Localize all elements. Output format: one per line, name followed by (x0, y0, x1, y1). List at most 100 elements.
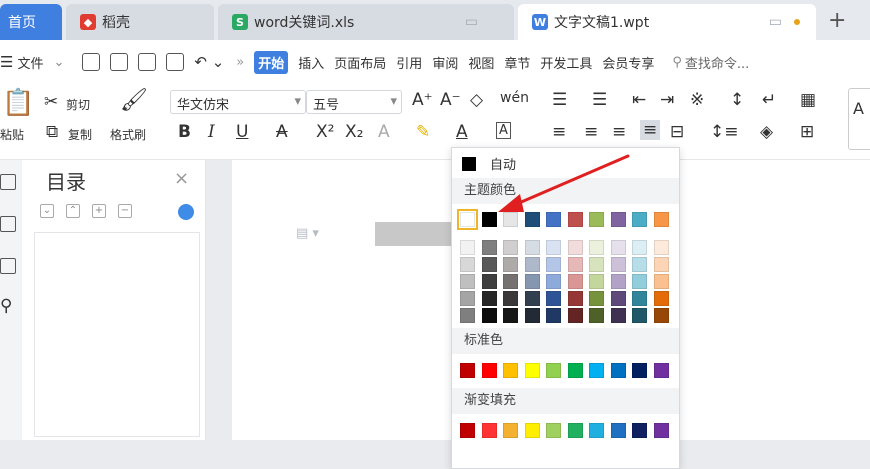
increase-indent-icon[interactable]: ⇥ (660, 90, 674, 110)
theme-shade-swatch[interactable] (567, 257, 583, 272)
theme-shade-swatch[interactable] (632, 274, 647, 289)
theme-shade-swatch[interactable] (460, 257, 475, 272)
shading-icon[interactable]: ◈ (760, 122, 773, 142)
gradient-color-swatch[interactable] (524, 423, 540, 438)
cut-button[interactable]: 剪切 (66, 96, 90, 113)
standard-color-swatch[interactable] (460, 363, 475, 378)
menu-start[interactable]: 开始 (254, 50, 289, 74)
menu-member[interactable]: 会员专享 (602, 53, 654, 72)
theme-shade-swatch[interactable] (610, 274, 626, 289)
menu-dev[interactable]: 开发工具 (540, 53, 592, 72)
ruler-icon[interactable]: ▦ (800, 90, 816, 110)
theme-shade-swatch[interactable] (610, 240, 626, 255)
standard-color-swatch[interactable] (653, 363, 669, 378)
clear-format-icon[interactable]: ◇ (470, 90, 483, 110)
paste-icon[interactable]: 📋 (2, 88, 34, 118)
gradient-color-swatch[interactable] (546, 423, 561, 438)
theme-shade-swatch[interactable] (503, 308, 518, 323)
standard-color-swatch[interactable] (481, 363, 497, 378)
monitor-icon[interactable]: ▭ (465, 14, 478, 30)
theme-shade-swatch[interactable] (589, 240, 604, 255)
sort-icon[interactable]: ↕ (730, 90, 744, 110)
tab-xls[interactable]: S word关键词.xls ▭ (218, 4, 514, 40)
theme-shade-swatch[interactable] (460, 274, 475, 289)
font-size-select[interactable]: 五号 ▾ (306, 90, 402, 114)
eye-toggle-icon[interactable] (178, 204, 194, 220)
theme-shade-swatch[interactable] (589, 308, 604, 323)
standard-color-swatch[interactable] (589, 363, 604, 378)
theme-shade-swatch[interactable] (653, 240, 669, 255)
format-painter-button[interactable]: 格式刷 (110, 126, 146, 143)
numbered-list-icon[interactable]: ☰ (592, 90, 607, 110)
font-color-button[interactable]: A (456, 122, 468, 142)
theme-shade-swatch[interactable] (567, 308, 583, 323)
theme-shade-swatch[interactable] (610, 291, 626, 306)
theme-shade-swatch[interactable] (503, 291, 518, 306)
chevron-down-icon[interactable]: ⌄ (53, 55, 64, 70)
superscript-button[interactable]: X² (316, 122, 334, 142)
bold-button[interactable]: B (178, 122, 191, 142)
toc-icon[interactable] (0, 174, 16, 190)
print-icon[interactable] (138, 53, 157, 71)
export-icon[interactable] (110, 53, 129, 71)
menu-view[interactable]: 视图 (468, 53, 494, 72)
theme-shade-swatch[interactable] (653, 257, 669, 272)
toc-list[interactable] (34, 232, 200, 437)
distribute-icon[interactable]: ⊟ (670, 122, 684, 142)
theme-shade-swatch[interactable] (503, 240, 518, 255)
gradient-color-swatch[interactable] (653, 423, 669, 438)
print-preview-icon[interactable] (166, 53, 185, 71)
menu-chapter[interactable]: 章节 (504, 53, 530, 72)
char-border-button[interactable]: A (496, 122, 511, 139)
align-center-icon[interactable]: ≡ (584, 122, 598, 142)
remove-item-icon[interactable]: − (118, 204, 132, 218)
theme-shade-swatch[interactable] (524, 308, 540, 323)
justify-icon[interactable]: ≡ (640, 120, 661, 140)
hamburger-icon[interactable]: ☰ (0, 53, 13, 71)
search-icon[interactable]: ⚲ (0, 296, 12, 316)
menu-layout[interactable]: 页面布局 (334, 53, 386, 72)
copy-button[interactable]: 复制 (68, 126, 92, 143)
theme-shade-swatch[interactable] (503, 274, 518, 289)
theme-shade-swatch[interactable] (589, 291, 604, 306)
theme-shade-swatch[interactable] (460, 240, 475, 255)
close-icon[interactable]: × (174, 168, 189, 189)
theme-shade-swatch[interactable] (632, 257, 647, 272)
selected-text-block[interactable] (375, 222, 455, 246)
theme-shade-swatch[interactable] (653, 308, 669, 323)
standard-color-swatch[interactable] (610, 363, 626, 378)
theme-shade-swatch[interactable] (610, 308, 626, 323)
theme-shade-swatch[interactable] (460, 308, 475, 323)
italic-button[interactable]: I (208, 122, 215, 142)
more-menu[interactable]: » (236, 55, 244, 70)
align-left-icon[interactable]: ≡ (552, 122, 566, 142)
shrink-font-icon[interactable]: A⁻ (440, 90, 461, 110)
standard-color-swatch[interactable] (546, 363, 561, 378)
standard-color-swatch[interactable] (567, 363, 583, 378)
chinese-layout-icon[interactable]: ※ (690, 90, 704, 110)
theme-color-swatch[interactable] (457, 209, 478, 230)
theme-shade-swatch[interactable] (524, 274, 540, 289)
chapter-icon[interactable] (0, 216, 16, 232)
theme-color-swatch[interactable] (653, 212, 669, 227)
theme-shade-swatch[interactable] (567, 240, 583, 255)
theme-shade-swatch[interactable] (653, 291, 669, 306)
tab-home[interactable]: 首页 (0, 4, 62, 40)
strikethrough-button[interactable]: A (276, 122, 288, 142)
theme-shade-swatch[interactable] (589, 257, 604, 272)
theme-shade-swatch[interactable] (524, 240, 540, 255)
standard-color-swatch[interactable] (503, 363, 518, 378)
subscript-button[interactable]: X₂ (345, 122, 363, 142)
save-icon[interactable] (82, 53, 101, 71)
bookmark-icon[interactable] (0, 258, 16, 274)
font-name-select[interactable]: 华文仿宋 ▾ (170, 90, 306, 114)
pinyin-icon[interactable]: wén (500, 90, 529, 106)
undo-icon[interactable]: ↶ ⌄ (194, 53, 224, 71)
add-item-icon[interactable]: + (92, 204, 106, 218)
theme-shade-swatch[interactable] (632, 240, 647, 255)
format-painter-icon[interactable]: 🖌 (120, 88, 148, 113)
theme-shade-swatch[interactable] (632, 291, 647, 306)
standard-color-swatch[interactable] (524, 363, 540, 378)
theme-shade-swatch[interactable] (546, 308, 561, 323)
theme-shade-swatch[interactable] (546, 274, 561, 289)
